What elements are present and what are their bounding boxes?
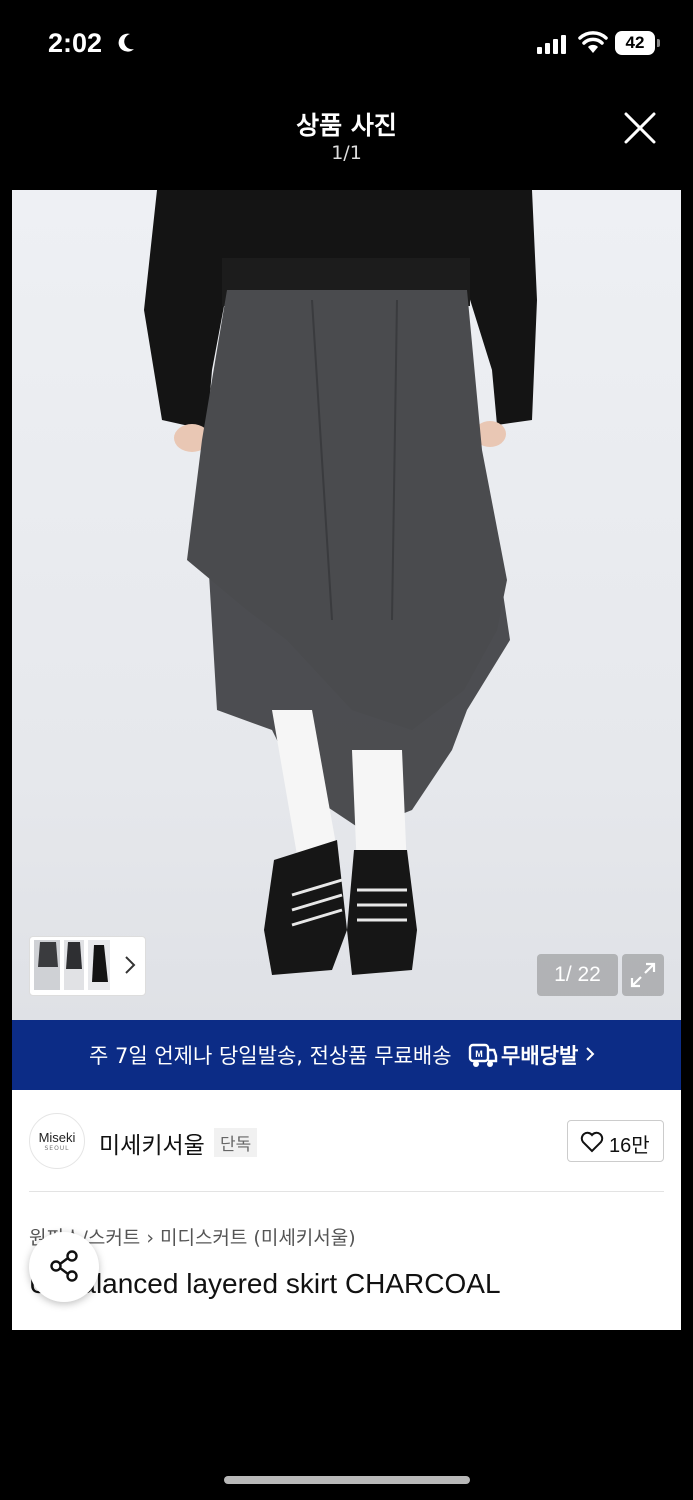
- share-button[interactable]: [29, 1232, 99, 1302]
- wifi-icon: [578, 31, 608, 53]
- battery-icon: 42: [615, 31, 661, 55]
- image-counter: 1/ 22: [537, 954, 618, 996]
- expand-icon: [630, 962, 656, 988]
- brand-logo[interactable]: Miseki SEOUL: [29, 1113, 85, 1169]
- expand-button[interactable]: [622, 954, 664, 996]
- battery-level: 42: [615, 31, 655, 55]
- close-icon[interactable]: [622, 110, 658, 146]
- brand-name[interactable]: 미세키서울: [99, 1126, 205, 1160]
- chevron-right-icon: [125, 956, 136, 974]
- delivery-banner[interactable]: 주 7일 언제나 당일발송, 전상품 무료배송 M 무배당발: [12, 1020, 681, 1090]
- skirt-photo-illustration: [144, 190, 537, 975]
- thumbnail-strip[interactable]: [29, 936, 146, 996]
- status-bar: 2:02 42: [0, 0, 693, 90]
- banner-text: 주 7일 언제나 당일발송, 전상품 무료배송: [89, 1044, 452, 1068]
- chevron-right-icon: [586, 1047, 595, 1061]
- banner-brand: 무배당발: [501, 1044, 579, 1068]
- page-title: 상품 사진: [296, 111, 397, 140]
- exclusive-badge: 단독: [214, 1128, 258, 1157]
- photo-counter: 1/1: [331, 142, 362, 164]
- home-indicator[interactable]: [224, 1476, 470, 1484]
- divider: [29, 1191, 664, 1192]
- brand-row: Miseki SEOUL 미세키서울 단독 16만: [12, 1090, 681, 1190]
- product-photo[interactable]: 1/ 22: [12, 190, 681, 1020]
- like-button[interactable]: 16만: [567, 1120, 664, 1162]
- heart-icon: [580, 1131, 604, 1153]
- status-time: 2:02: [48, 28, 103, 58]
- product-sheet: 1/ 22 주 7일 언제나 당일발송, 전상품 무료배송 M 무배당발 Mis…: [12, 190, 681, 1330]
- thumbnail-images: [34, 940, 110, 990]
- photo-viewer-header: 상품 사진 1/1: [0, 90, 693, 190]
- product-title: Unbalanced layered skirt CHARCOAL: [29, 1268, 501, 1299]
- delivery-truck-icon: M: [468, 1043, 498, 1067]
- share-icon: [50, 1250, 78, 1282]
- breadcrumb-subcategory[interactable]: 미디스커트 (미세키서울): [160, 1227, 356, 1249]
- signal-icon: [537, 35, 566, 54]
- moon-icon: [118, 33, 134, 52]
- like-count: 16만: [609, 1135, 650, 1157]
- svg-text:M: M: [475, 1049, 483, 1059]
